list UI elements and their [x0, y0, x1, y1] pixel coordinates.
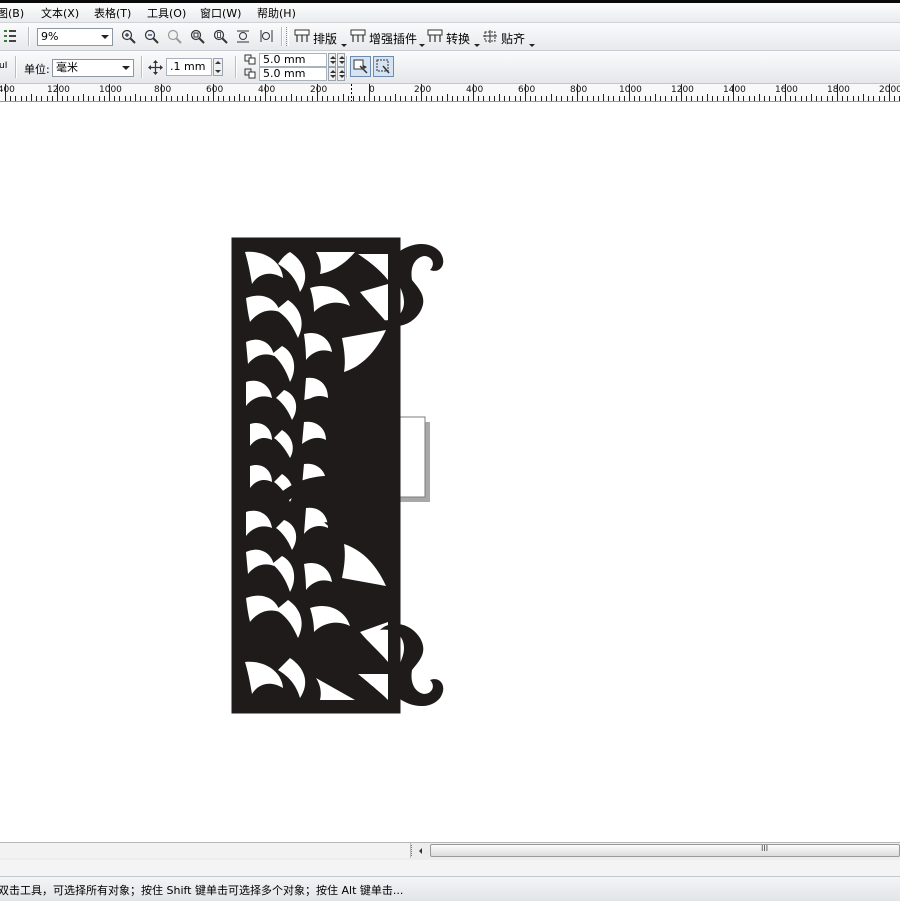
enhance-plugin-button[interactable]: 增强插件	[369, 30, 417, 47]
duplicate-y-spinner-2[interactable]	[337, 67, 345, 81]
ruler-label: 200	[414, 85, 432, 95]
list-options-icon[interactable]	[3, 28, 17, 44]
zoom-in-icon[interactable]	[121, 29, 136, 44]
menu-item-help[interactable]: 帮助(H)	[257, 5, 296, 21]
ruler-label: 0	[369, 85, 375, 95]
ruler-label: 400	[466, 85, 484, 95]
ruler-label: 400	[258, 85, 276, 95]
standard-toolbar: 9% 排版 增强插件 转换 贴齐	[0, 23, 900, 51]
ruler-label: 800	[154, 85, 172, 95]
ruler-label: 1800	[827, 85, 850, 95]
ruler-label: 1400	[723, 85, 746, 95]
zoom-page-width-icon[interactable]	[236, 29, 251, 44]
snap-icon	[483, 30, 497, 43]
ruler-label: 1200	[671, 85, 694, 95]
ruler-label: 1000	[99, 85, 122, 95]
duplicate-y-input[interactable]: 5.0 mm	[259, 67, 327, 81]
filled-objects-icon	[353, 59, 368, 74]
snap-button[interactable]: 贴齐	[501, 30, 525, 47]
menu-item-bitmap[interactable]: 图(B)	[0, 5, 24, 21]
duplicate-x-value: 5.0 mm	[263, 53, 306, 66]
ruler-label: 1200	[47, 85, 70, 95]
property-bar: uI 单位: 毫米 .1 mm 5.0 mm 5.0 mm	[0, 51, 900, 84]
scroll-left-icon[interactable]	[416, 846, 426, 856]
unit-value: 毫米	[56, 61, 78, 74]
ruler-label: 800	[570, 85, 588, 95]
status-bar: 双击工具，可选择所有对象；按住 Shift 键单击可选择多个对象；按住 Alt …	[0, 876, 900, 901]
zoom-page-height-icon[interactable]	[259, 29, 274, 44]
toolbar-grip[interactable]	[286, 27, 289, 46]
enhance-dropdown-icon[interactable]	[419, 44, 425, 47]
toolbar-separator	[15, 56, 17, 78]
convert-button[interactable]: 转换	[446, 30, 470, 47]
ruler-label: 200	[310, 85, 328, 95]
menu-item-window[interactable]: 窗口(W)	[200, 5, 241, 21]
layout-plugin-icon	[294, 29, 310, 42]
zoom-all-objects-icon[interactable]	[190, 29, 205, 44]
layout-button[interactable]: 排版	[313, 30, 337, 47]
menu-bar: 图(B) 文本(X) 表格(T) 工具(O) 窗口(W) 帮助(H)	[0, 3, 900, 23]
drawing-canvas[interactable]	[0, 102, 900, 842]
nudge-move-icon	[148, 60, 163, 75]
duplicate-y-icon	[244, 68, 256, 79]
menu-item-table[interactable]: 表格(T)	[94, 5, 131, 21]
ruler-label: 1400	[0, 85, 15, 95]
toolbar-separator	[141, 56, 143, 78]
convert-plugin-icon	[427, 29, 443, 42]
canvas-artwork	[231, 237, 444, 714]
nudge-spinner[interactable]	[213, 58, 223, 76]
ruler-label: 2000	[879, 85, 900, 95]
duplicate-y-spinner[interactable]	[328, 67, 336, 81]
toolbar-separator	[235, 56, 237, 78]
ruler-label: 1600	[775, 85, 798, 95]
zoom-selected-icon[interactable]	[167, 29, 182, 44]
toolbar-separator	[28, 27, 30, 46]
status-gap	[0, 860, 900, 876]
snap-dropdown-icon[interactable]	[529, 44, 535, 47]
status-hint-text: 双击工具，可选择所有对象；按住 Shift 键单击可选择多个对象；按住 Alt …	[0, 884, 404, 897]
zoom-level-combo[interactable]: 9%	[37, 28, 113, 46]
horizontal-ruler[interactable]: 1400120010008006004002000200400600800100…	[0, 84, 900, 102]
duplicate-x-spinner-2[interactable]	[337, 53, 345, 67]
duplicate-x-spinner[interactable]	[328, 53, 336, 67]
toolbar-separator	[346, 56, 348, 78]
snap-to-objects-toggle[interactable]	[373, 56, 394, 77]
duplicate-x-input[interactable]: 5.0 mm	[259, 53, 327, 67]
duplicate-x-icon	[244, 54, 256, 65]
unit-label: 单位:	[24, 63, 50, 76]
layout-dropdown-icon[interactable]	[341, 44, 347, 47]
ruler-label: 1000	[619, 85, 642, 95]
chevron-down-icon	[122, 66, 130, 70]
page-tabs-area	[0, 843, 411, 858]
convert-dropdown-icon[interactable]	[474, 44, 480, 47]
toolbar-separator	[281, 27, 283, 46]
chevron-down-icon	[101, 35, 109, 39]
snap-objects-icon	[376, 59, 390, 74]
scroll-thumb[interactable]: III	[430, 844, 900, 857]
zoom-level-value: 9%	[41, 30, 59, 43]
menu-item-text[interactable]: 文本(X)	[41, 5, 79, 21]
duplicate-y-value: 5.0 mm	[263, 67, 306, 80]
enhance-plugin-icon	[350, 29, 366, 42]
menu-item-tools[interactable]: 工具(O)	[147, 5, 186, 21]
ruler-label: 600	[518, 85, 536, 95]
treat-as-filled-toggle[interactable]	[350, 56, 371, 77]
ruler-ticks	[5, 84, 900, 101]
zoom-out-icon[interactable]	[144, 29, 159, 44]
horizontal-scrollbar[interactable]: III	[0, 842, 900, 861]
nudge-distance-value: .1 mm	[170, 60, 206, 73]
property-bar-fragment: uI	[0, 61, 8, 71]
nudge-distance-input[interactable]: .1 mm	[166, 58, 212, 76]
unit-combo[interactable]: 毫米	[52, 59, 134, 77]
zoom-page-icon[interactable]	[213, 29, 228, 44]
scroll-thumb-grip: III	[761, 844, 769, 853]
ruler-label: 600	[206, 85, 224, 95]
